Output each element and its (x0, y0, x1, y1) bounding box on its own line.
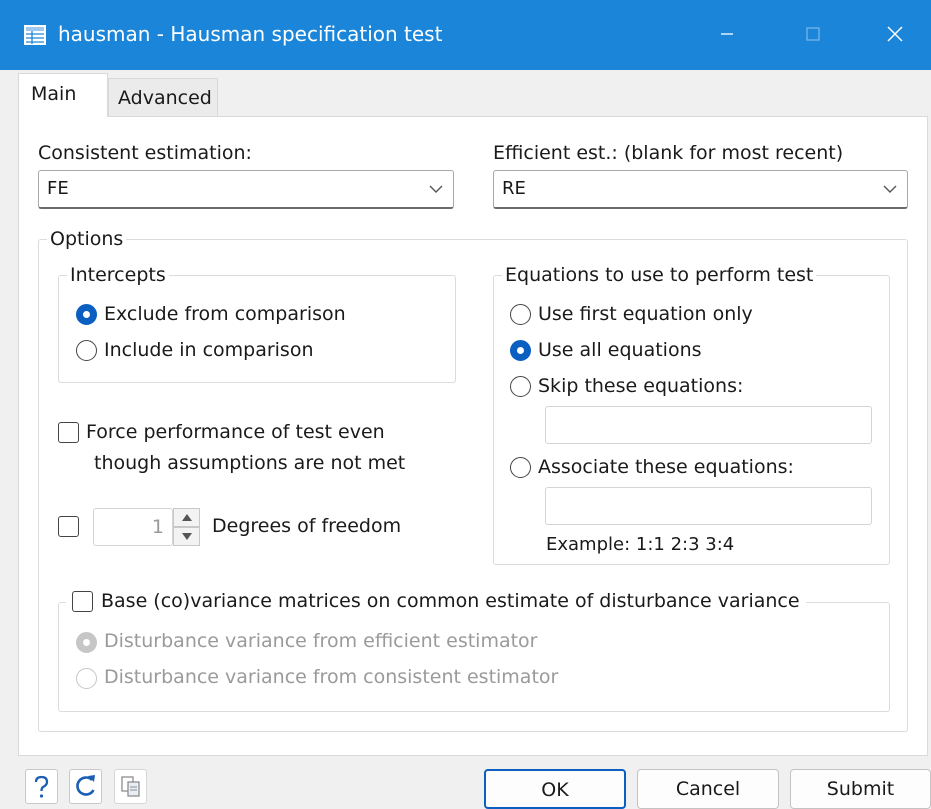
arrow-up-icon (182, 514, 192, 521)
window-title: hausman - Hausman specification test (58, 22, 443, 46)
efficient-estimation-value: RE (502, 178, 526, 199)
consistent-estimation-value: FE (47, 178, 69, 199)
exclude-from-comparison-label: Exclude from comparison (104, 303, 346, 325)
copy-icon (121, 776, 140, 797)
force-performance-label-line2: though assumptions are not met (94, 452, 406, 474)
use-all-equations-label: Use all equations (538, 339, 702, 361)
associate-equations-input[interactable] (545, 487, 872, 525)
use-first-equation-radio[interactable] (510, 304, 531, 325)
minimize-icon[interactable] (707, 14, 747, 54)
degrees-of-freedom-value: 1 (151, 516, 164, 538)
associate-equations-label: Associate these equations: (538, 456, 794, 478)
ok-button[interactable]: OK (484, 769, 626, 809)
chevron-down-icon[interactable] (429, 184, 443, 194)
base-covariance-checkbox[interactable] (72, 591, 93, 612)
submit-button[interactable]: Submit (790, 769, 931, 809)
help-icon (34, 775, 49, 798)
close-icon[interactable] (875, 14, 915, 54)
exclude-from-comparison-radio[interactable] (76, 304, 97, 325)
variance-consistent-radio[interactable] (76, 668, 97, 689)
intercepts-group (58, 275, 456, 383)
efficient-estimation-label: Efficient est.: (blank for most recent) (493, 142, 844, 164)
cancel-button[interactable]: Cancel (637, 769, 779, 809)
efficient-estimation-combo[interactable]: RE (493, 170, 908, 209)
skip-equations-label: Skip these equations: (538, 375, 744, 397)
title-bar: hausman - Hausman specification test (0, 0, 931, 70)
consistent-estimation-label: Consistent estimation: (38, 142, 252, 164)
variance-consistent-label: Disturbance variance from consistent est… (104, 666, 559, 688)
variance-efficient-label: Disturbance variance from efficient esti… (104, 630, 538, 652)
maximize-icon[interactable] (793, 14, 833, 54)
tab-advanced-label: Advanced (118, 87, 212, 109)
degrees-of-freedom-input[interactable]: 1 (93, 508, 173, 546)
spin-down-button[interactable] (173, 527, 200, 546)
base-covariance-group (58, 602, 890, 712)
arrow-down-icon (182, 533, 192, 540)
table-icon (24, 25, 46, 45)
use-first-equation-label: Use first equation only (538, 303, 753, 325)
intercepts-legend: Intercepts (67, 264, 169, 286)
help-button[interactable] (25, 769, 58, 804)
base-covariance-label: Base (co)variance matrices on common est… (101, 590, 800, 612)
chevron-down-icon[interactable] (883, 184, 897, 194)
equations-example-text: Example: 1:1 2:3 3:4 (546, 534, 735, 555)
tab-main[interactable]: Main (18, 73, 108, 117)
copy-button[interactable] (114, 769, 147, 804)
variance-efficient-radio[interactable] (76, 632, 97, 653)
reset-icon (76, 775, 95, 796)
include-in-comparison-radio[interactable] (76, 340, 97, 361)
tab-main-label: Main (31, 83, 77, 105)
spin-up-button[interactable] (173, 508, 200, 527)
options-legend: Options (47, 228, 127, 250)
equations-legend: Equations to use to perform test (502, 264, 817, 286)
associate-equations-radio[interactable] (510, 457, 531, 478)
skip-equations-input[interactable] (545, 406, 872, 444)
consistent-estimation-combo[interactable]: FE (38, 170, 454, 209)
degrees-of-freedom-checkbox[interactable] (58, 516, 79, 537)
tab-advanced[interactable]: Advanced (108, 78, 218, 117)
use-all-equations-radio[interactable] (510, 340, 531, 361)
degrees-of-freedom-label: Degrees of freedom (212, 515, 402, 537)
reset-button[interactable] (69, 769, 102, 804)
skip-equations-radio[interactable] (510, 376, 531, 397)
force-performance-checkbox[interactable] (58, 422, 79, 443)
include-in-comparison-label: Include in comparison (104, 339, 314, 361)
force-performance-label: Force performance of test even (86, 421, 385, 443)
